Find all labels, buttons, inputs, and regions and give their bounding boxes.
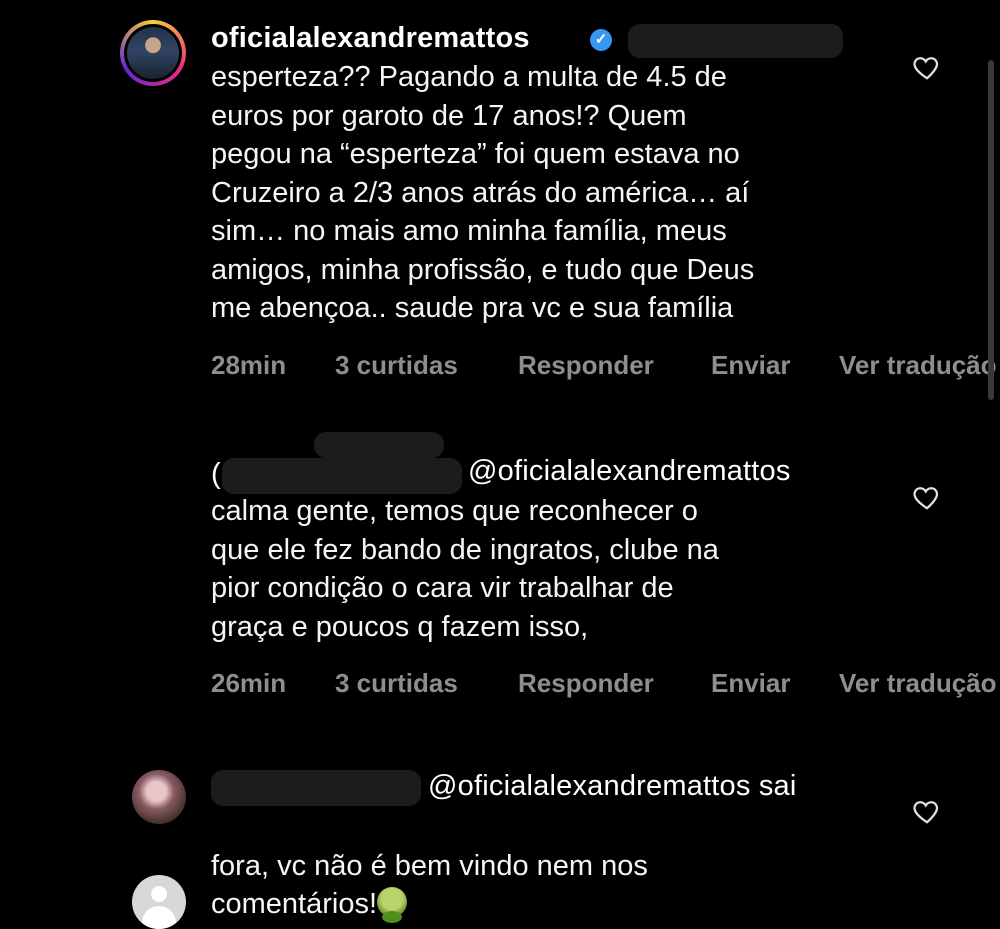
redacted-block: [628, 24, 843, 58]
comment-2: ( @oficialalexandremattos calma gente, t…: [0, 420, 1000, 929]
reply-button[interactable]: Responder: [518, 350, 654, 381]
heart-icon[interactable]: [912, 482, 942, 512]
avatar-photo: [127, 27, 179, 79]
heart-icon[interactable]: [912, 52, 942, 82]
comment-username[interactable]: oficialalexandremattos: [211, 22, 530, 55]
comment-time: 28min: [211, 350, 287, 380]
likes-count[interactable]: 3 curtidas: [335, 350, 458, 381]
heart-icon[interactable]: [912, 796, 942, 826]
translate-button[interactable]: Ver tradução: [839, 668, 997, 699]
comment-time: 26min: [211, 668, 287, 698]
redacted-block: [314, 432, 444, 458]
comment-text-content: fora, vc não é bem vindo nem nos comentá…: [211, 849, 648, 921]
redacted-block: [222, 458, 462, 494]
redacted-block: [211, 770, 421, 806]
comment-username[interactable]: (: [211, 458, 221, 491]
mention-link[interactable]: @oficialalexandremattos: [468, 455, 791, 488]
comment-text: fora, vc não é bem vindo nem nos comentá…: [211, 808, 871, 924]
avatar[interactable]: [120, 20, 186, 86]
avatar[interactable]: [132, 770, 186, 824]
verified-badge-icon: ✓: [590, 29, 612, 51]
avatar-ring-inner: [124, 24, 182, 82]
mention-line[interactable]: @oficialalexandremattos sai: [428, 770, 797, 803]
send-button[interactable]: Enviar: [711, 350, 791, 381]
comment-3: @oficialalexandremattos sai fora, vc não…: [0, 750, 1000, 923]
translate-button[interactable]: Ver tradução: [839, 350, 997, 381]
comment-1: oficialalexandremattos ✓ esperteza?? Pag…: [0, 0, 1000, 420]
comment-meta: 26min 3 curtidas Responder Enviar Ver tr…: [211, 668, 1000, 700]
likes-count[interactable]: 3 curtidas: [335, 668, 458, 699]
comment-text: esperteza?? Pagando a multa de 4.5 de eu…: [211, 61, 755, 324]
comment-text: calma gente, temos que reconhecer o que …: [211, 495, 719, 643]
comment-meta: 28min 3 curtidas Responder Enviar Ver tr…: [211, 350, 1000, 382]
send-button[interactable]: Enviar: [711, 668, 791, 699]
reply-button[interactable]: Responder: [518, 668, 654, 699]
scrollbar[interactable]: [988, 60, 994, 400]
